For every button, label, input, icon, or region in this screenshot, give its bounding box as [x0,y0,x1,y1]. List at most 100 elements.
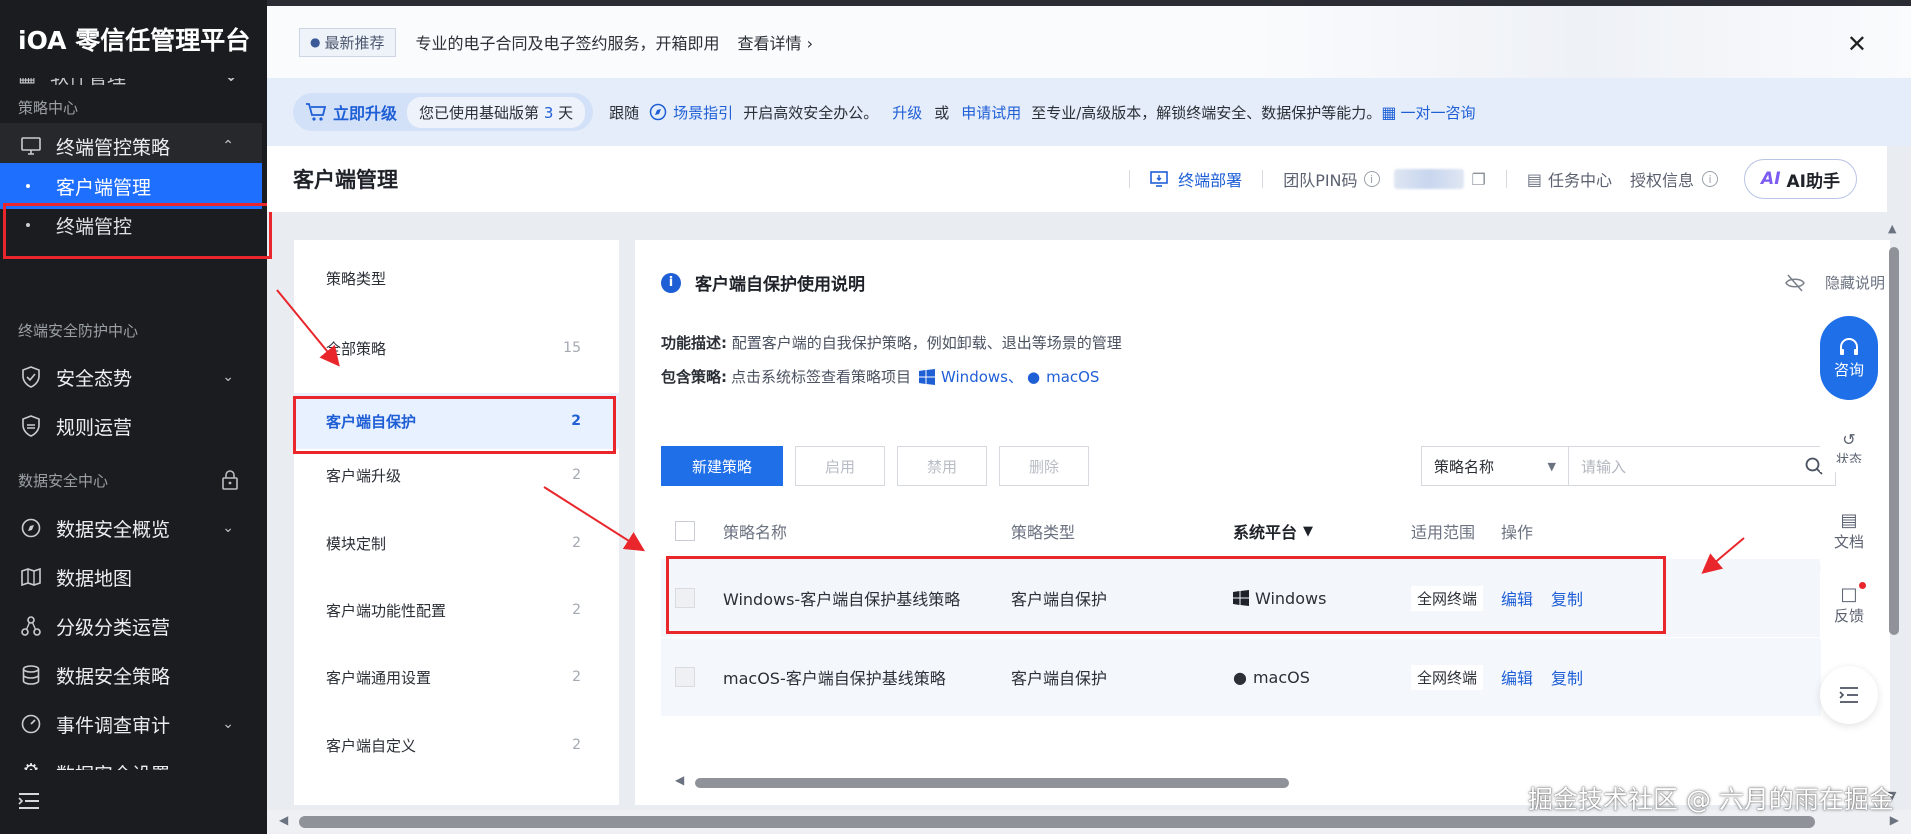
enable-button[interactable]: 启用 [795,446,885,486]
row-checkbox[interactable] [675,588,695,608]
bullet-dot [26,223,30,227]
hierarchy-icon [20,615,42,637]
pin-code-blurred [1393,169,1464,189]
info-title: i 客户端自保护使用说明 [661,270,865,295]
section-data-security: 数据安全中心 [18,472,109,490]
delete-button[interactable]: 删除 [999,446,1089,486]
lock-icon [221,470,239,494]
map-icon [20,566,42,588]
row-checkbox[interactable] [675,667,695,687]
ai-assistant-button[interactable]: AI AI助手 [1744,159,1857,199]
platform-header: 系统平台 ▼ [1233,523,1314,542]
policy-type-title: 策略类型 [326,269,387,288]
close-icon[interactable]: ✕ [1847,30,1867,58]
sidebar-item-data-policy[interactable]: 数据安全策略 [0,652,262,698]
usage-days: 您已使用基础版第 3 天 [407,96,586,128]
trial-link[interactable]: 申请试用 [961,102,1021,123]
floating-toolbar: 咨询 ↺ 状态 ▤ 文档 □ 反馈 [1820,316,1878,724]
policy-type-module-custom[interactable]: 模块定制 2 [294,515,619,571]
scroll-left-icon[interactable]: ◀ [675,773,684,787]
hide-description-button[interactable]: 隐藏说明 [1785,272,1885,293]
select-all-checkbox[interactable] [675,521,695,541]
sidebar-item-data-map[interactable]: 数据地图 [0,554,262,600]
divider [1262,170,1264,188]
windows-icon [919,368,936,385]
copy-icon[interactable]: ❐ [1472,170,1486,189]
macos-os-link[interactable]: ● macOS [1027,368,1099,386]
policy-type-client-self-protect[interactable]: 客户端自保护 2 [294,393,619,449]
chevron-up-icon: ⌃ [222,138,234,154]
policy-type-all[interactable]: 全部策略 15 [294,320,619,376]
view-details-link[interactable]: 查看详情 › [738,30,814,54]
section-terminal-security: 终端安全防护中心 [18,322,139,340]
feedback-button[interactable]: □ 反馈 [1820,570,1878,640]
deploy-icon [1150,171,1168,187]
page-vertical-scrollbar[interactable]: ▲ ▼ [1886,222,1902,802]
status-button[interactable]: ↺ 状态 [1820,420,1878,472]
shield-icon [20,415,42,437]
consult-button[interactable]: 咨询 [1820,316,1878,400]
new-policy-button[interactable]: 新建策略 [661,446,783,486]
scene-guide-link[interactable]: 场景指引 [649,102,733,123]
copy-link[interactable]: 复制 [1551,586,1583,610]
notification-dot [1858,582,1866,589]
function-description: 功能描述: 配置客户端的自我保护策略，例如卸载、退出等场景的管理 [661,334,1122,352]
caret-down-icon: ▼ [1547,459,1556,473]
divider [1129,170,1131,188]
sidebar: ▦ 软件管理 ⌄ iOA 零信任管理平台 策略中心 终端管控策略 ⌃ 客户端管理… [0,0,267,834]
sidebar-item-data-overview[interactable]: 数据安全概览 ⌄ [0,505,262,551]
main-panel: i 客户端自保护使用说明 隐藏说明 功能描述: 配置客户端的自我保护策略，例如卸… [635,240,1890,805]
windows-os-link[interactable]: Windows、 [919,366,1023,387]
sidebar-item-classify-ops[interactable]: 分级分类运营 [0,603,262,649]
copy-link[interactable]: 复制 [1551,665,1583,689]
chevron-down-icon: ⌄ [222,369,234,385]
shield-check-icon [20,366,42,388]
page-title: 客户端管理 [293,168,398,192]
consult-link[interactable]: ▦ 一对一咨询 [1381,102,1475,123]
scroll-up-icon[interactable]: ▲ [1888,222,1896,235]
license-info-button[interactable]: 授权信息 i [1630,167,1719,191]
feedback-icon: □ [1840,582,1866,605]
disable-button[interactable]: 禁用 [897,446,987,486]
collapse-panel-button[interactable] [1820,666,1878,724]
policy-type-client-function[interactable]: 客户端功能性配置 2 [294,582,619,638]
table-toolbar: 新建策略 启用 禁用 删除 策略名称 ▼ 请输入 [661,446,1861,486]
scroll-thumb[interactable] [695,778,1289,788]
docs-button[interactable]: ▤ 文档 [1820,496,1878,566]
info-icon[interactable]: i [1363,171,1380,187]
bullet-dot [26,184,30,188]
ai-icon: AI [1761,169,1781,189]
upgrade-link[interactable]: 升级 [892,102,922,123]
app-brand: iOA 零信任管理平台 [0,0,267,78]
scroll-thumb[interactable] [1889,247,1899,635]
edit-link[interactable]: 编辑 [1501,586,1533,610]
upgrade-now-button[interactable]: 立即升级 [305,100,397,124]
search-input[interactable]: 请输入 [1568,446,1836,486]
chevron-down-icon: ⌄ [222,520,234,536]
policy-type-panel: 策略类型 全部策略 15 客户端自保护 2 客户端升级 2 模块定制 2 客户端… [294,240,619,805]
scroll-thumb[interactable] [299,816,1815,828]
filter-icon[interactable]: ▼ [1303,524,1313,539]
task-center-button[interactable]: ▤ 任务中心 [1527,167,1612,191]
scroll-left-icon[interactable]: ◀ [279,813,288,827]
terminal-deploy-button[interactable]: 终端部署 [1150,167,1242,191]
windows-icon [1233,590,1249,606]
divider [1505,170,1507,188]
table-row: macOS-客户端自保护基线策略 客户端自保护 ● macOS 全网终端 编辑 … [661,638,1821,716]
page-header: 客户端管理 终端部署 团队PIN码 i ❐ ▤ 任务中心 授权信息 i AI A… [267,146,1887,212]
policy-type-client-upgrade[interactable]: 客户端升级 2 [294,447,619,503]
drop-icon: ● [310,35,321,49]
sidebar-item-terminal-control[interactable]: 终端管控 [0,202,262,248]
apple-icon: ● [1233,667,1247,687]
sidebar-item-rule-ops[interactable]: 规则运营 [0,403,262,449]
book-icon: ▤ [1840,510,1858,531]
edit-link[interactable]: 编辑 [1501,665,1533,689]
info-icon: i [1702,171,1719,187]
policy-type-client-custom[interactable]: 客户端自定义 2 [294,717,619,773]
headset-icon [1840,337,1858,355]
search-field-select[interactable]: 策略名称 ▼ [1421,446,1569,486]
sidebar-item-security-posture[interactable]: 安全态势 ⌄ [0,354,262,400]
sidebar-item-event-audit[interactable]: 事件调查审计 ⌄ [0,701,262,747]
policy-type-client-general[interactable]: 客户端通用设置 2 [294,649,619,705]
menu-collapse-icon[interactable] [18,792,40,814]
